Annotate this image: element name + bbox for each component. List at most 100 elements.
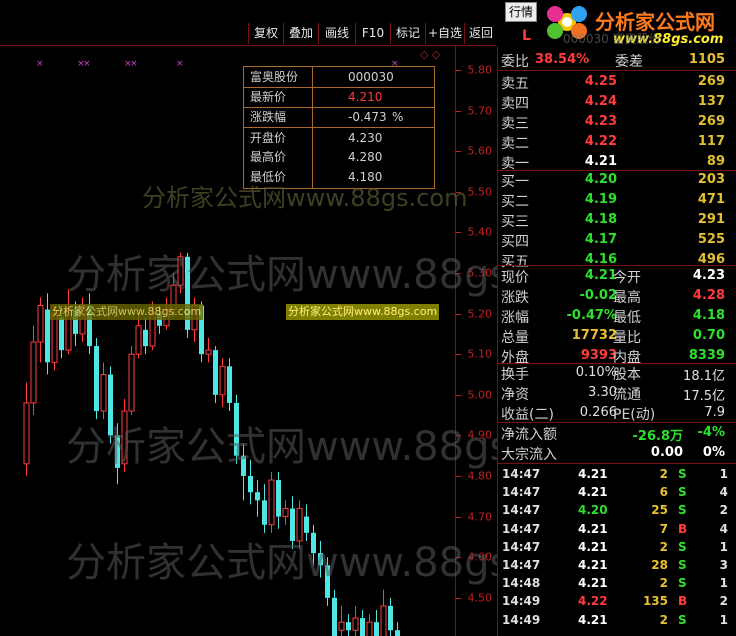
- signal-marker: ×: [36, 59, 44, 69]
- fundamental-label: 收益(二): [501, 407, 554, 423]
- tick-price: 4.21: [578, 558, 608, 572]
- f10-button[interactable]: F10: [355, 23, 390, 44]
- candle-body: [128, 353, 135, 412]
- sell-level-price: 4.24: [584, 94, 617, 109]
- trade-tick-row: 14:47 4.21 28 S 3: [502, 557, 732, 575]
- tick-time: 14:49: [502, 594, 541, 609]
- overlay-button[interactable]: 叠加: [283, 23, 318, 44]
- back-button[interactable]: 返回: [464, 23, 497, 44]
- price-axis-label: 5.70: [467, 104, 493, 118]
- buy-level-price: 4.20: [584, 172, 617, 187]
- candle-body: [37, 304, 44, 343]
- draw-line-button[interactable]: 画线: [318, 23, 355, 44]
- tick-count: 1: [719, 467, 728, 481]
- trade-tick-row: 14:49 4.21 2 S 1: [502, 612, 732, 630]
- signal-marker: ×: [83, 59, 91, 69]
- candle-body: [23, 402, 30, 465]
- fundamental-value: 18.1亿: [683, 369, 725, 384]
- candle-body: [59, 317, 64, 351]
- site-logo: 分析家公式网 www.88gs.com 000030 富奥股份: [537, 0, 736, 52]
- candle-body: [332, 597, 337, 636]
- watermark-label: 分析家公式网www.88gs.com: [286, 304, 440, 320]
- price-axis-tick: [456, 313, 461, 315]
- tick-time: 14:47: [502, 503, 541, 518]
- stat-label: 今开: [613, 270, 641, 286]
- candle-body: [262, 500, 267, 525]
- tick-volume: 28: [651, 558, 668, 572]
- info-label: 最新价: [250, 90, 287, 104]
- info-label: 涨跌幅: [250, 110, 287, 124]
- money-flow-percent: -4%: [697, 425, 725, 440]
- tick-time: 14:48: [502, 576, 541, 591]
- sell-level-label: 卖四: [501, 96, 529, 112]
- candle-body: [282, 507, 289, 518]
- restore-rights-button[interactable]: 复权: [248, 23, 283, 44]
- fundamental-label: 流通: [613, 387, 641, 403]
- order-ratio-value: 38.54%: [535, 52, 590, 67]
- tick-side: S: [678, 612, 687, 627]
- candle-body: [30, 341, 37, 404]
- stat-value: 8339: [688, 348, 725, 363]
- buy-level-price: 4.18: [584, 212, 617, 227]
- sell-level-row[interactable]: 卖二 4.22 117: [501, 132, 729, 152]
- buy-level-price: 4.17: [584, 232, 617, 247]
- candle-body: [352, 617, 359, 631]
- tick-count: 2: [719, 503, 728, 518]
- stock-code: 000030: [348, 70, 394, 84]
- price-axis-tick: [456, 151, 461, 153]
- sell-level-row[interactable]: 卖五 4.25 269: [501, 72, 729, 92]
- candle-body: [388, 605, 393, 631]
- trade-tick-row: 14:47 4.20 25 S 2: [502, 502, 732, 520]
- candle-body: [276, 480, 281, 517]
- fundamental-value: 0.266: [579, 405, 617, 420]
- price-axis-tick: [456, 516, 461, 518]
- candle-body: [205, 349, 212, 355]
- buy-level-price: 4.19: [584, 192, 617, 207]
- trade-tick-row: 14:48 4.21 2 S 1: [502, 575, 732, 593]
- tick-count: 1: [719, 539, 728, 554]
- tick-side: S: [678, 485, 687, 500]
- candle-body: [346, 622, 351, 631]
- candle-body: [380, 605, 387, 636]
- tick-time: 14:47: [502, 558, 541, 572]
- price-axis-label: 4.70: [467, 510, 493, 524]
- stat-label: 最高: [613, 290, 641, 306]
- tab-quote-label: 行情: [508, 5, 533, 19]
- candle-body: [143, 329, 148, 347]
- buy-level-row[interactable]: 买三 4.18 291: [501, 210, 729, 230]
- price-axis-tick: [456, 70, 461, 71]
- price-axis-label: 5.20: [467, 307, 493, 321]
- sell-level-row[interactable]: 卖四 4.24 137: [501, 92, 729, 112]
- buy-level-volume: 203: [697, 172, 725, 187]
- sell-level-label: 卖五: [501, 76, 529, 92]
- tick-count: 4: [719, 485, 728, 500]
- stat-value: -0.02: [579, 288, 617, 303]
- add-watchlist-button[interactable]: +自选: [425, 23, 464, 44]
- buy-level-row[interactable]: 买二 4.19 471: [501, 190, 729, 210]
- buy-level-label: 买四: [501, 234, 529, 250]
- L-marker: L: [522, 28, 531, 44]
- tick-price: 4.21: [578, 521, 608, 536]
- stat-row: 现价 4.21 今开 4.23: [501, 266, 729, 286]
- tick-price: 4.22: [578, 594, 608, 609]
- buy-level-row[interactable]: 买四 4.17 525: [501, 230, 729, 250]
- tick-time: 14:47: [502, 521, 541, 536]
- sell-level-row[interactable]: 卖三 4.23 269: [501, 112, 729, 132]
- price-axis-tick: [456, 232, 461, 234]
- buy-level-row[interactable]: 买一 4.20 203: [501, 170, 729, 190]
- trade-tick-row: 14:47 4.21 2 S 1: [502, 539, 732, 557]
- candle-body: [227, 366, 232, 403]
- tick-volume: 7: [659, 521, 668, 536]
- tab-quote[interactable]: 行情: [505, 2, 537, 22]
- fundamental-value: 0.10%: [575, 365, 617, 380]
- sell-level-row[interactable]: 卖一 4.21 89: [501, 152, 729, 172]
- stat-value: 4.23: [692, 268, 725, 283]
- mark-button[interactable]: 标记: [390, 23, 425, 44]
- tick-count: 1: [719, 576, 728, 591]
- stat-value: 9393: [580, 348, 617, 363]
- price-axis-label: 5.60: [467, 144, 493, 158]
- tick-time: 14:47: [502, 485, 541, 500]
- info-header-row: 富奥股份 000030: [244, 67, 434, 88]
- fundamental-value: 7.9: [704, 405, 725, 420]
- tick-volume: 2: [659, 612, 668, 627]
